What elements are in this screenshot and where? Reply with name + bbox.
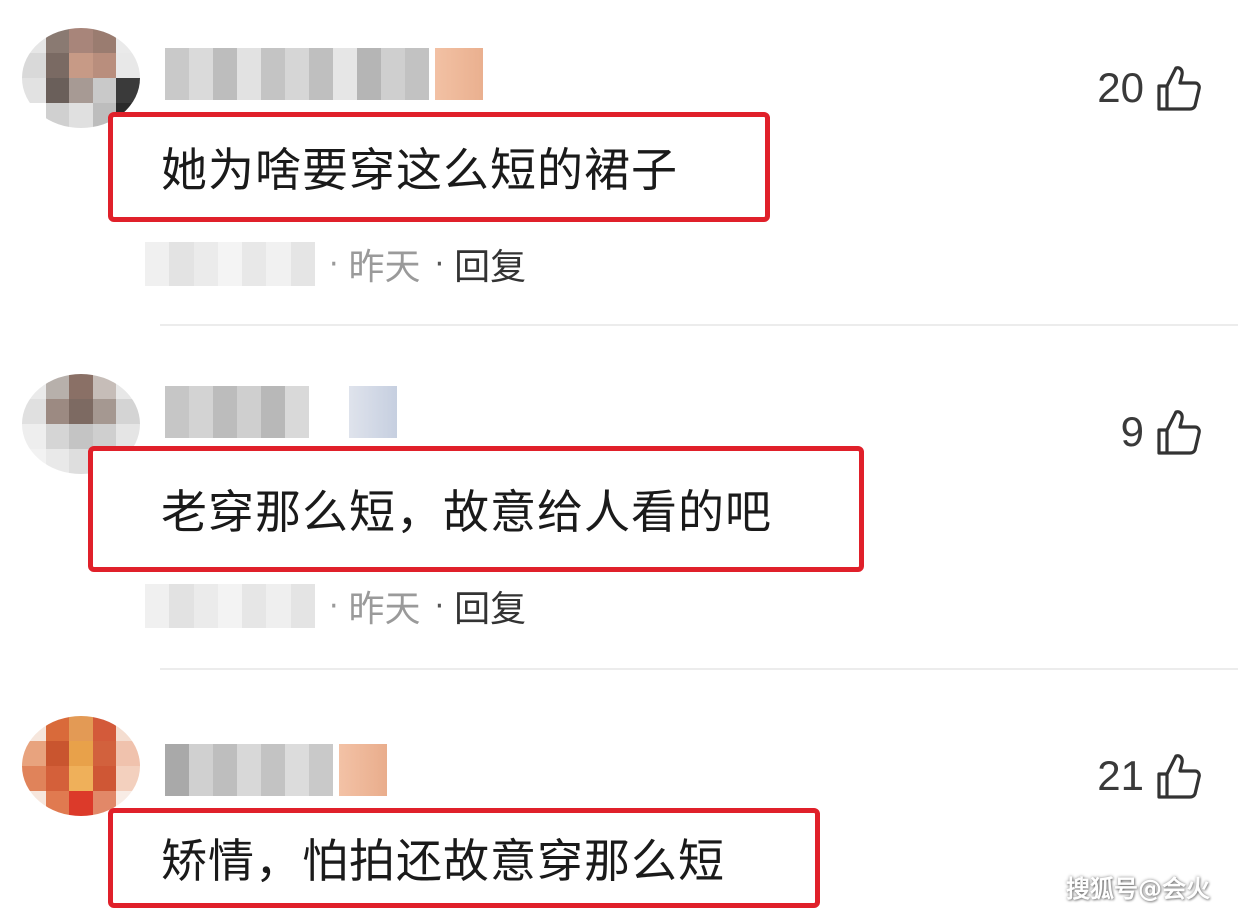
divider xyxy=(160,324,1238,326)
comment-text: 她为啥要穿这么短的裙子 xyxy=(161,143,678,197)
user-badge-icon xyxy=(349,386,397,438)
reply-link[interactable]: 回复 xyxy=(454,580,526,632)
comment-text: 老穿那么短，故意给人看的吧 xyxy=(161,485,772,539)
like-count: 20 xyxy=(1097,64,1144,111)
location-blurred xyxy=(145,584,315,628)
meta-dot: · xyxy=(434,246,445,282)
username-blurred[interactable] xyxy=(165,48,483,100)
username-blurred[interactable] xyxy=(165,744,387,796)
comment-meta: · 昨天 · 回复 xyxy=(145,582,526,630)
thumbs-up-icon[interactable] xyxy=(1156,408,1202,456)
comment-text: 矫情，怕拍还故意穿那么短 xyxy=(161,834,725,888)
user-badge-icon xyxy=(339,744,387,796)
like-button[interactable]: 9 xyxy=(1121,402,1202,462)
meta-dot: · xyxy=(329,588,339,624)
comment-time: 昨天 xyxy=(348,589,421,630)
comment-item: 21 矫情，怕拍还故意穿那么短 xyxy=(0,670,1238,914)
thumbs-up-icon[interactable] xyxy=(1156,752,1202,800)
location-blurred xyxy=(145,242,315,286)
watermark: 搜狐号@会火 xyxy=(1066,875,1210,903)
reply-link[interactable]: 回复 xyxy=(454,238,526,290)
comment-time: 昨天 xyxy=(348,247,421,288)
meta-dot: · xyxy=(434,588,445,624)
comment-text-highlight: 她为啥要穿这么短的裙子 xyxy=(108,112,770,222)
comment-meta: · 昨天 · 回复 xyxy=(145,240,526,288)
comment-text-highlight: 矫情，怕拍还故意穿那么短 xyxy=(108,808,820,908)
thumbs-up-icon[interactable] xyxy=(1156,64,1202,112)
comment-text-highlight: 老穿那么短，故意给人看的吧 xyxy=(88,446,864,572)
username-blurred[interactable] xyxy=(165,386,397,438)
user-badge-icon xyxy=(435,48,483,100)
meta-dot: · xyxy=(329,246,339,282)
avatar[interactable] xyxy=(22,716,140,816)
like-count: 9 xyxy=(1120,408,1144,455)
like-button[interactable]: 20 xyxy=(1097,58,1202,118)
comment-item: 9 老穿那么短，故意给人看的吧 · 昨天 · 回复 xyxy=(0,330,1238,670)
like-button[interactable]: 21 xyxy=(1097,746,1202,806)
like-count: 21 xyxy=(1097,752,1144,799)
comment-item: 20 她为啥要穿这么短的裙子 · 昨天 · 回复 xyxy=(0,0,1238,330)
